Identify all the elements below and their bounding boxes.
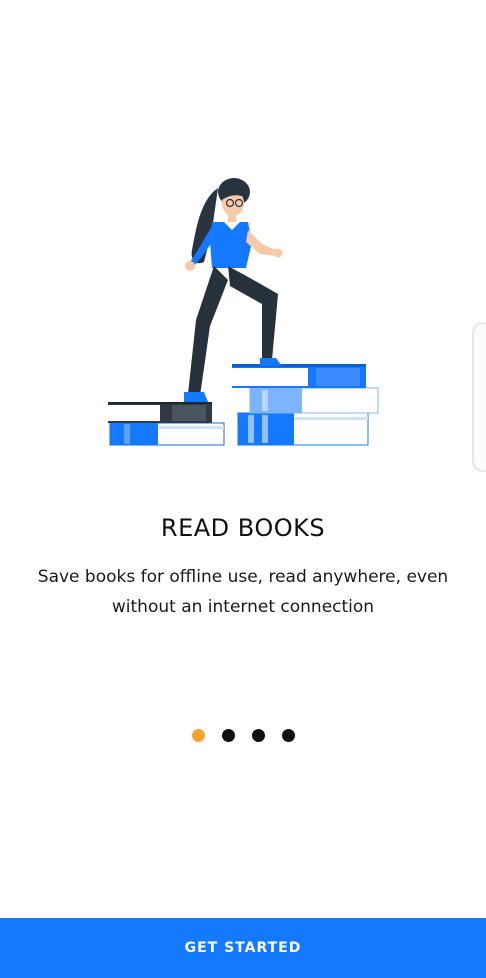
edge-panel-handle[interactable] xyxy=(472,322,486,472)
onboarding-description: Save books for offline use, read anywher… xyxy=(37,567,449,617)
right-book-stack-icon xyxy=(232,364,379,446)
page-indicator xyxy=(0,729,486,743)
page-indicator-dot[interactable] xyxy=(251,729,265,742)
woman-climbing-books-illustration xyxy=(100,170,390,460)
page-indicator-dot[interactable] xyxy=(221,729,235,742)
page-indicator-dot-active[interactable] xyxy=(191,729,205,742)
onboarding-screen: READ BOOKS Save books for offline use, r… xyxy=(0,0,486,978)
page-indicator-dot[interactable] xyxy=(281,729,295,742)
onboarding-title: READ BOOKS xyxy=(160,514,326,542)
left-book-stack-icon xyxy=(108,402,225,446)
get-started-button[interactable]: GET STARTED xyxy=(0,918,486,978)
